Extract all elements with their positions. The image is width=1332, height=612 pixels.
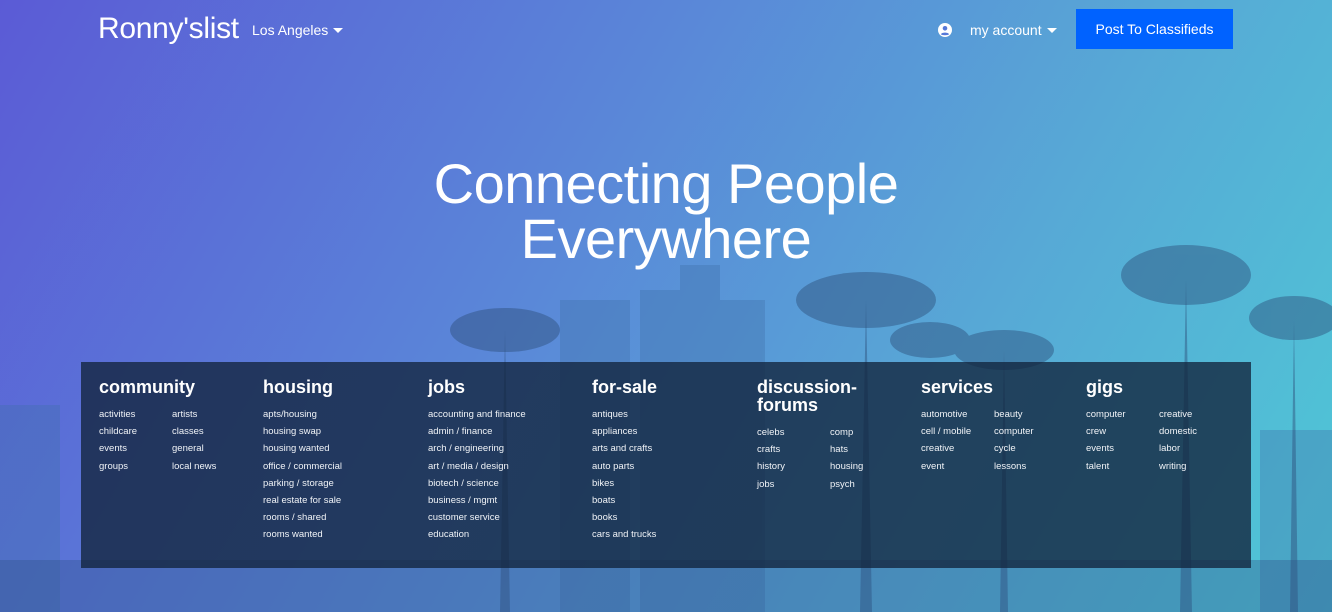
- category-link[interactable]: activities: [99, 406, 172, 423]
- hero-line-2: Everywhere: [520, 207, 812, 270]
- category-link[interactable]: cell / mobile: [921, 423, 994, 440]
- category-gigs: gigs computer crew events talent creative do…: [1086, 378, 1232, 475]
- category-link[interactable]: crew: [1086, 423, 1159, 440]
- category-link[interactable]: domestic: [1159, 423, 1232, 440]
- category-jobs: jobs accounting and finance admin / finan…: [428, 378, 578, 544]
- category-link[interactable]: boats: [592, 492, 742, 509]
- category-link[interactable]: automotive: [921, 406, 994, 423]
- category-link[interactable]: education: [428, 526, 578, 543]
- category-title[interactable]: community: [99, 378, 245, 396]
- category-link[interactable]: real estate for sale: [263, 492, 413, 509]
- category-link[interactable]: cycle: [994, 440, 1067, 457]
- category-link[interactable]: business / mgmt: [428, 492, 578, 509]
- my-account-dropdown[interactable]: my account: [970, 22, 1057, 38]
- category-link[interactable]: books: [592, 509, 742, 526]
- category-link[interactable]: comp: [830, 424, 903, 441]
- city-label: Los Angeles: [252, 22, 329, 38]
- category-link[interactable]: biotech / science: [428, 475, 578, 492]
- category-link[interactable]: computer: [994, 423, 1067, 440]
- category-link[interactable]: auto parts: [592, 458, 742, 475]
- category-link[interactable]: bikes: [592, 475, 742, 492]
- category-title[interactable]: services: [921, 378, 1067, 396]
- category-link[interactable]: psych: [830, 476, 903, 493]
- category-link[interactable]: housing swap: [263, 423, 413, 440]
- category-community: community activities childcare events group…: [99, 378, 245, 475]
- category-link[interactable]: apts/housing: [263, 406, 413, 423]
- category-link[interactable]: computer: [1086, 406, 1159, 423]
- category-link[interactable]: artists: [172, 406, 245, 423]
- city-dropdown[interactable]: Los Angeles: [252, 22, 344, 38]
- category-link[interactable]: creative: [1159, 406, 1232, 423]
- category-housing: housing apts/housing housing swap housing …: [263, 378, 413, 544]
- category-link[interactable]: classes: [172, 423, 245, 440]
- category-link[interactable]: arch / engineering: [428, 440, 578, 457]
- category-link[interactable]: customer service: [428, 509, 578, 526]
- category-title[interactable]: discussion- forums: [757, 378, 903, 414]
- category-link[interactable]: antiques: [592, 406, 742, 423]
- caret-down-icon: [1046, 28, 1057, 33]
- category-link[interactable]: rooms wanted: [263, 526, 413, 543]
- category-link[interactable]: event: [921, 458, 994, 475]
- category-link[interactable]: crafts: [757, 441, 830, 458]
- hero-line-1: Connecting People: [433, 152, 899, 215]
- user-circle-icon[interactable]: [938, 23, 952, 37]
- category-link[interactable]: hats: [830, 441, 903, 458]
- category-title[interactable]: for-sale: [592, 378, 742, 396]
- category-link[interactable]: childcare: [99, 423, 172, 440]
- category-link[interactable]: events: [99, 440, 172, 457]
- category-link[interactable]: office / commercial: [263, 458, 413, 475]
- category-link[interactable]: beauty: [994, 406, 1067, 423]
- caret-down-icon: [333, 28, 344, 33]
- category-link[interactable]: general: [172, 440, 245, 457]
- category-link[interactable]: jobs: [757, 476, 830, 493]
- category-discussion-forums: discussion- forums celebs crafts history jo…: [757, 378, 903, 493]
- category-link[interactable]: labor: [1159, 440, 1232, 457]
- hero-headline: Connecting People Everywhere: [0, 152, 1332, 270]
- category-link[interactable]: creative: [921, 440, 994, 457]
- categories-panel: community activities childcare events group…: [81, 362, 1251, 568]
- category-link[interactable]: lessons: [994, 458, 1067, 475]
- account-label: my account: [970, 22, 1042, 38]
- category-title-line-1: discussion-: [757, 377, 858, 397]
- category-title[interactable]: jobs: [428, 378, 578, 396]
- brand-logo[interactable]: Ronny'slist: [98, 12, 239, 46]
- category-title-line-2: forums: [757, 395, 819, 415]
- category-link[interactable]: talent: [1086, 458, 1159, 475]
- category-title[interactable]: gigs: [1086, 378, 1232, 396]
- category-link[interactable]: rooms / shared: [263, 509, 413, 526]
- category-link[interactable]: art / media / design: [428, 458, 578, 475]
- category-services: services automotive cell / mobile creative…: [921, 378, 1067, 475]
- category-link[interactable]: accounting and finance: [428, 406, 578, 423]
- category-link[interactable]: housing: [830, 458, 903, 475]
- category-link[interactable]: groups: [99, 458, 172, 475]
- category-link[interactable]: events: [1086, 440, 1159, 457]
- category-link[interactable]: arts and crafts: [592, 440, 742, 457]
- category-title[interactable]: housing: [263, 378, 413, 396]
- category-link[interactable]: writing: [1159, 458, 1232, 475]
- category-for-sale: for-sale antiques appliances arts and craf…: [592, 378, 742, 544]
- category-link[interactable]: appliances: [592, 423, 742, 440]
- category-link[interactable]: local news: [172, 458, 245, 475]
- category-link[interactable]: celebs: [757, 424, 830, 441]
- category-link[interactable]: housing wanted: [263, 440, 413, 457]
- top-navbar: Ronny'slist Los Angeles my account Post …: [0, 0, 1332, 60]
- post-to-classifieds-button[interactable]: Post To Classifieds: [1076, 9, 1233, 49]
- category-link[interactable]: cars and trucks: [592, 526, 742, 543]
- category-link[interactable]: history: [757, 458, 830, 475]
- category-link[interactable]: admin / finance: [428, 423, 578, 440]
- category-link[interactable]: parking / storage: [263, 475, 413, 492]
